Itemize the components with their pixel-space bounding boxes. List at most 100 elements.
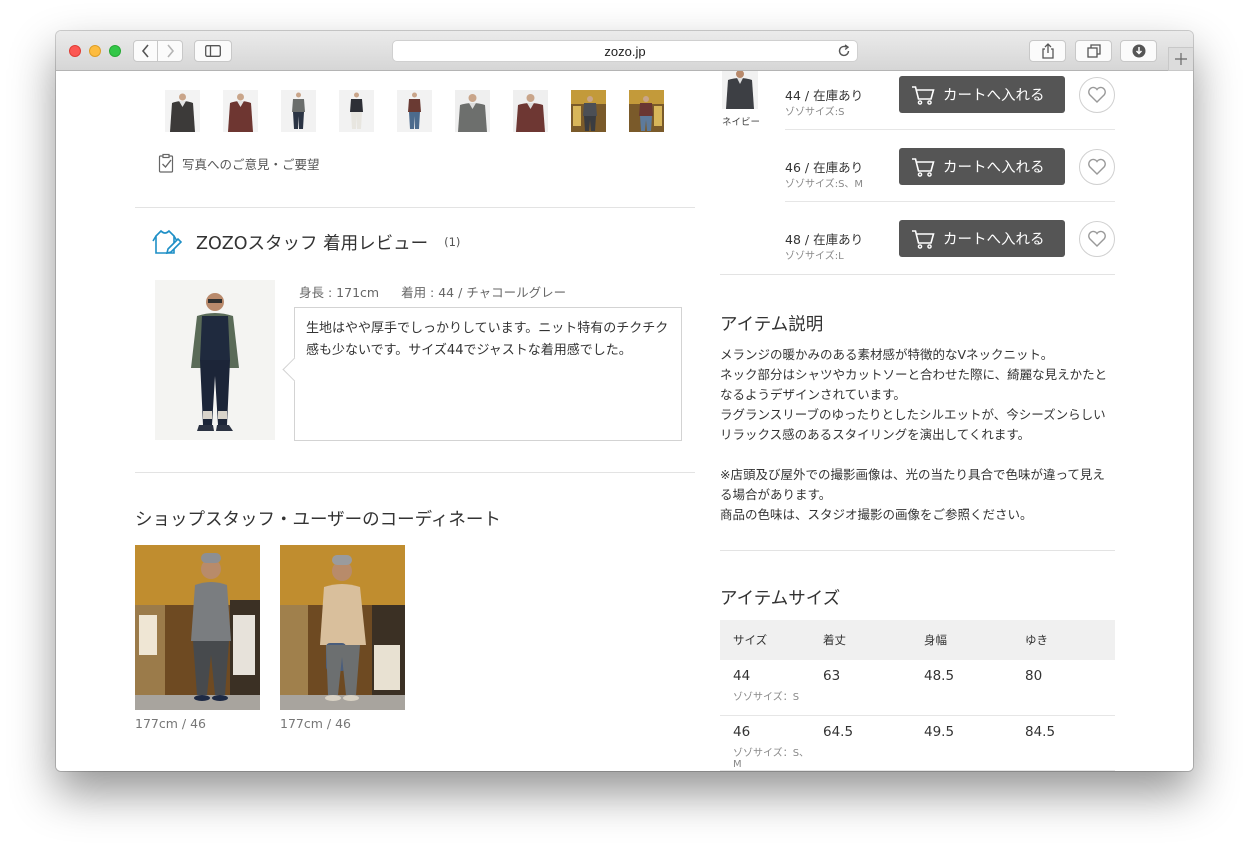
add-to-cart-button[interactable]: カートへ入れる xyxy=(899,76,1065,113)
navy-sweater-image xyxy=(722,71,758,109)
zozo-size: ゾゾサイズ:L xyxy=(785,251,844,262)
url-text: zozo.jp xyxy=(604,43,646,59)
divider xyxy=(720,550,1115,551)
item-description-title: アイテム説明 xyxy=(720,315,824,335)
description-line: ネック部分はシャツやカットソーと合わせた際に、綺麗な見えかたとなるようデザインさ… xyxy=(720,367,1108,402)
browser-toolbar: zozo.jp xyxy=(56,31,1193,71)
clipboard-check-icon xyxy=(158,153,174,173)
show-tabs-button[interactable] xyxy=(1075,40,1112,62)
item-size-title: アイテムサイズ xyxy=(720,589,841,609)
staff-review-title: ZOZOスタッフ 着用レビュー xyxy=(196,233,429,254)
staff-height: 身長 : 171cm xyxy=(299,285,380,300)
size-row: 46 / 在庫あり ゾゾサイズ:S、M カートへ入れる xyxy=(785,148,1115,229)
table-cell: 63 xyxy=(810,660,911,716)
address-bar[interactable]: zozo.jp xyxy=(392,40,858,62)
thumbnail-image xyxy=(339,90,374,132)
thumbnail-image xyxy=(513,90,548,132)
zozo-size: ゾゾサイズ：S xyxy=(733,692,800,703)
new-tab-button[interactable] xyxy=(1168,47,1193,71)
product-thumbnail[interactable] xyxy=(223,90,258,132)
coordinate-image xyxy=(280,545,405,710)
divider xyxy=(135,207,695,208)
divider xyxy=(135,472,695,473)
sidebar-icon xyxy=(205,45,221,57)
table-cell: 84.5 xyxy=(1012,715,1115,771)
staff-review-comment-text: 生地はやや厚手でしっかりしています。ニット特有のチクチク感も少ないです。サイズ4… xyxy=(306,321,669,358)
plus-icon xyxy=(1175,53,1187,65)
cart-icon xyxy=(912,85,935,105)
staff-review-count: (1) xyxy=(444,235,461,249)
divider xyxy=(785,129,1115,130)
cart-icon xyxy=(912,157,935,177)
page-content: 写真へのご意見・ご要望 ZOZOスタッフ 着用レビュー (1) 身長: 171… xyxy=(56,71,1193,771)
favorite-button[interactable] xyxy=(1079,221,1115,257)
close-window-button[interactable] xyxy=(69,45,81,57)
add-to-cart-button[interactable]: カートへ入れる xyxy=(899,148,1065,185)
photo-feedback-label: 写真へのご意見・ご要望 xyxy=(182,156,320,172)
product-thumbnail[interactable] xyxy=(513,90,548,132)
thumbnail-image xyxy=(165,90,200,132)
add-to-cart-button[interactable]: カートへ入れる xyxy=(899,220,1065,257)
coordinate-photo[interactable] xyxy=(280,545,405,710)
product-thumbnail[interactable] xyxy=(165,90,200,132)
chevron-right-icon xyxy=(167,44,175,58)
staff-review-photo[interactable] xyxy=(155,280,275,440)
maximize-window-button[interactable] xyxy=(109,45,121,57)
product-thumbnail[interactable] xyxy=(281,90,316,132)
favorite-button[interactable] xyxy=(1079,149,1115,185)
back-button[interactable] xyxy=(133,40,158,62)
coordinate-caption: 177cm / 46 xyxy=(135,716,206,731)
product-thumbnail[interactable] xyxy=(339,90,374,132)
variant-color-swatch[interactable] xyxy=(722,71,758,109)
variant-color-label: ネイビー xyxy=(722,117,761,128)
zozo-size: ゾゾサイズ:S xyxy=(785,107,845,118)
column-header: 着丈 xyxy=(810,620,911,660)
sweater-edit-icon xyxy=(152,229,182,255)
add-to-cart-label: カートへ入れる xyxy=(943,160,1045,176)
photo-feedback-link[interactable]: 写真へのご意見・ご要望 xyxy=(158,153,320,173)
table-cell: 46 ゾゾサイズ：S、M xyxy=(720,715,810,771)
column-header: サイズ xyxy=(720,620,810,660)
column-header: ゆき xyxy=(1012,620,1115,660)
size-row: 48 / 在庫あり ゾゾサイズ:L カートへ入れる xyxy=(785,220,1115,301)
item-description-body: メランジの暖かみのある素材感が特徴的なVネックニット。 ネック部分はシャツやカッ… xyxy=(720,345,1116,525)
size-value: 44 xyxy=(733,668,751,684)
table-cell: 64.5 xyxy=(810,715,911,771)
heart-icon xyxy=(1088,158,1106,175)
table-cell: 80 xyxy=(1012,660,1115,716)
share-icon xyxy=(1041,43,1054,59)
thumbnail-image xyxy=(281,90,316,132)
staff-review-meta: 身長 : 171cm 着用 : 44 / チャコールグレー xyxy=(299,282,566,301)
divider xyxy=(785,201,1115,202)
staff-review-comment: 生地はやや厚手でしっかりしています。ニット特有のチクチク感も少ないです。サイズ4… xyxy=(294,307,682,441)
coordinate-photo[interactable] xyxy=(135,545,260,710)
minimize-window-button[interactable] xyxy=(89,45,101,57)
favorite-button[interactable] xyxy=(1079,77,1115,113)
staff-review-header: ZOZOスタッフ 着用レビュー (1) xyxy=(152,227,460,257)
sidebar-toggle-button[interactable] xyxy=(194,40,232,62)
coordinate-image xyxy=(135,545,260,710)
zozo-size: ゾゾサイズ：S、M xyxy=(733,747,810,770)
thumbnail-image xyxy=(397,90,432,132)
table-header-row: サイズ 着丈 身幅 ゆき xyxy=(720,620,1115,660)
product-thumbnail[interactable] xyxy=(455,90,490,132)
forward-button[interactable] xyxy=(158,40,183,62)
size-stock: 44 / 在庫あり xyxy=(785,88,864,103)
downloads-button[interactable] xyxy=(1120,40,1157,62)
heart-icon xyxy=(1088,86,1106,103)
table-row: 46 ゾゾサイズ：S、M 64.5 49.5 84.5 xyxy=(720,715,1115,771)
staff-wearing-size: 着用 : 44 / チャコールグレー xyxy=(401,285,567,300)
add-to-cart-label: カートへ入れる xyxy=(943,232,1045,248)
divider xyxy=(720,274,1115,275)
description-line: ラグランスリーブのゆったりとしたシルエットが、今シーズンらしいリラックス感のある… xyxy=(720,407,1106,442)
reload-icon[interactable] xyxy=(837,44,851,58)
description-note: ※店頭及び屋外での撮影画像は、光の当たり具合で色味が違って見える場合があります。 xyxy=(720,467,1105,502)
heart-icon xyxy=(1088,230,1106,247)
table-row: 44 ゾゾサイズ：S 63 48.5 80 xyxy=(720,660,1115,716)
product-thumbnail[interactable] xyxy=(397,90,432,132)
product-thumbnail[interactable] xyxy=(629,90,664,132)
product-thumbnail[interactable] xyxy=(571,90,606,132)
thumbnail-image xyxy=(455,90,490,132)
share-button[interactable] xyxy=(1029,40,1066,62)
zozo-size: ゾゾサイズ:S、M xyxy=(785,179,864,190)
